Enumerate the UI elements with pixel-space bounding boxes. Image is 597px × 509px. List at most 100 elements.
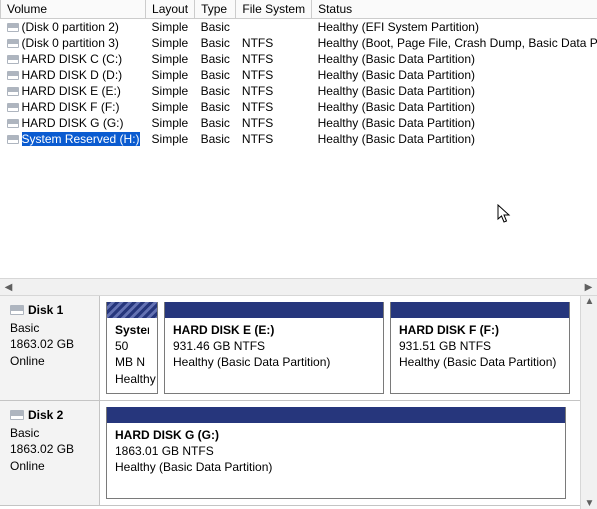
partition-title: HARD DISK F (F:) [399,322,561,338]
drive-icon [7,23,19,32]
disk-icon [10,410,24,420]
drive-icon [7,55,19,64]
volume-status: Healthy (EFI System Partition) [312,19,597,36]
partition-title: HARD DISK E (E:) [173,322,375,338]
volume-type: Basic [195,115,236,131]
volumes-table[interactable]: Volume Layout Type File System Status (D… [0,0,597,147]
partition-title: HARD DISK G (G:) [115,427,557,443]
disk-size: 1863.02 GB [10,441,91,457]
volume-type: Basic [195,51,236,67]
drive-icon [7,71,19,80]
volumes-table-area: Volume Layout Type File System Status (D… [0,0,597,278]
scroll-left-icon[interactable]: ◀ [0,279,17,295]
partition-size: 50 MB N [115,338,149,370]
volume-layout: Simple [146,99,195,115]
scroll-up-icon[interactable]: ▲ [581,296,597,307]
drive-icon [7,87,19,96]
volume-name: HARD DISK F (F:) [22,100,120,114]
scroll-down-icon[interactable]: ▼ [581,498,597,509]
col-layout[interactable]: Layout [146,0,195,19]
scroll-track[interactable] [17,279,580,295]
volume-fs [236,19,312,36]
volume-layout: Simple [146,115,195,131]
table-row[interactable]: System Reserved (H:) SimpleBasicNTFSHealt… [1,131,597,147]
volume-layout: Simple [146,19,195,36]
table-row[interactable]: HARD DISK E (E:)SimpleBasicNTFSHealthy (… [1,83,597,99]
volume-name: HARD DISK C (C:) [22,52,123,66]
table-row[interactable]: HARD DISK C (C:) SimpleBasicNTFSHealthy (… [1,51,597,67]
disk-map-area: Disk 1Basic1863.02 GBOnlineSystem50 MB N… [0,295,597,509]
drive-icon [7,119,19,128]
disk-type: Basic [10,425,91,441]
volume-status: Healthy (Basic Data Partition) [312,51,597,67]
col-filesystem[interactable]: File System [236,0,312,19]
volume-layout: Simple [146,51,195,67]
disk-row: Disk 1 Basic1863.02 GBOnline System50 MB N… [0,296,580,401]
volume-name: HARD DISK D (D:) [22,68,123,82]
partition[interactable]: HARD DISK F (F:)931.51 GB NTFSHealthy (B… [390,302,570,394]
partition[interactable]: HARD DISK G (G:)1863.01 GB NTFSHealthy (… [106,407,566,499]
partition-strip: HARD DISK G (G:)1863.01 GB NTFSHealthy (… [100,401,580,505]
volume-fs: NTFS [236,35,312,51]
col-status[interactable]: Status [312,0,597,19]
disk-size: 1863.02 GB [10,336,91,352]
partition-title: System [115,322,149,338]
volume-layout: Simple [146,67,195,83]
volume-type: Basic [195,83,236,99]
partition-size: 931.51 GB NTFS [399,338,561,354]
volume-name: System Reserved (H:) [22,132,140,146]
table-row[interactable]: HARD DISK G (G:) SimpleBasicNTFSHealthy (… [1,115,597,131]
volume-type: Basic [195,19,236,36]
volume-type: Basic [195,131,236,147]
partition[interactable]: HARD DISK E (E:)931.46 GB NTFSHealthy (B… [164,302,384,394]
table-row[interactable]: HARD DISK D (D:) SimpleBasicNTFSHealthy (… [1,67,597,83]
volume-fs: NTFS [236,51,312,67]
volume-fs: NTFS [236,83,312,99]
table-row[interactable]: (Disk 0 partition 3) SimpleBasicNTFSHealt… [1,35,597,51]
drive-icon [7,135,19,144]
volume-fs: NTFS [236,67,312,83]
scroll-right-icon[interactable]: ▶ [580,279,597,295]
scroll-track[interactable] [581,307,597,498]
volume-type: Basic [195,67,236,83]
partition-status: Healthy (Basic Data Partition) [115,459,557,475]
volume-status: Healthy (Basic Data Partition) [312,115,597,131]
disk-type: Basic [10,320,91,336]
disk-title: Disk 1 [28,303,63,317]
partition-status: Healthy [115,371,149,387]
volume-type: Basic [195,99,236,115]
volume-status: Healthy (Boot, Page File, Crash Dump, Ba… [312,35,597,51]
table-row[interactable]: (Disk 0 partition 2) SimpleBasic Healthy (… [1,19,597,36]
volume-fs: NTFS [236,99,312,115]
col-volume[interactable]: Volume [1,0,146,19]
vertical-scrollbar[interactable]: ▲ ▼ [580,296,597,509]
volume-name: (Disk 0 partition 2) [22,20,119,34]
drive-icon [7,39,19,48]
volume-fs: NTFS [236,131,312,147]
volume-status: Healthy (Basic Data Partition) [312,83,597,99]
volume-name: HARD DISK E (E:) [22,84,121,98]
table-row[interactable]: HARD DISK F (F:) SimpleBasicNTFSHealthy (… [1,99,597,115]
disk-title: Disk 2 [28,408,63,422]
partition-status: Healthy (Basic Data Partition) [173,354,375,370]
col-type[interactable]: Type [195,0,236,19]
disk-status: Online [10,353,91,369]
disk-row: Disk 2Basic1863.02 GBOnlineHARD DISK G (… [0,401,580,506]
volume-type: Basic [195,35,236,51]
horizontal-scrollbar[interactable]: ◀ ▶ [0,278,597,295]
table-header-row: Volume Layout Type File System Status [1,0,597,19]
volume-status: Healthy (Basic Data Partition) [312,67,597,83]
disk-info: Disk 2Basic1863.02 GBOnline [0,401,100,505]
volume-layout: Simple [146,35,195,51]
volume-status: Healthy (Basic Data Partition) [312,131,597,147]
volume-name: HARD DISK G (G:) [22,116,124,130]
partition-size: 1863.01 GB NTFS [115,443,557,459]
drive-icon [7,103,19,112]
volume-status: Healthy (Basic Data Partition) [312,99,597,115]
volume-layout: Simple [146,131,195,147]
partition[interactable]: System50 MB NHealthy [106,302,158,394]
volume-name: (Disk 0 partition 3) [22,36,119,50]
volume-fs: NTFS [236,115,312,131]
partition-status: Healthy (Basic Data Partition) [399,354,561,370]
disk-info: Disk 1 Basic1863.02 GBOnline [0,296,100,400]
